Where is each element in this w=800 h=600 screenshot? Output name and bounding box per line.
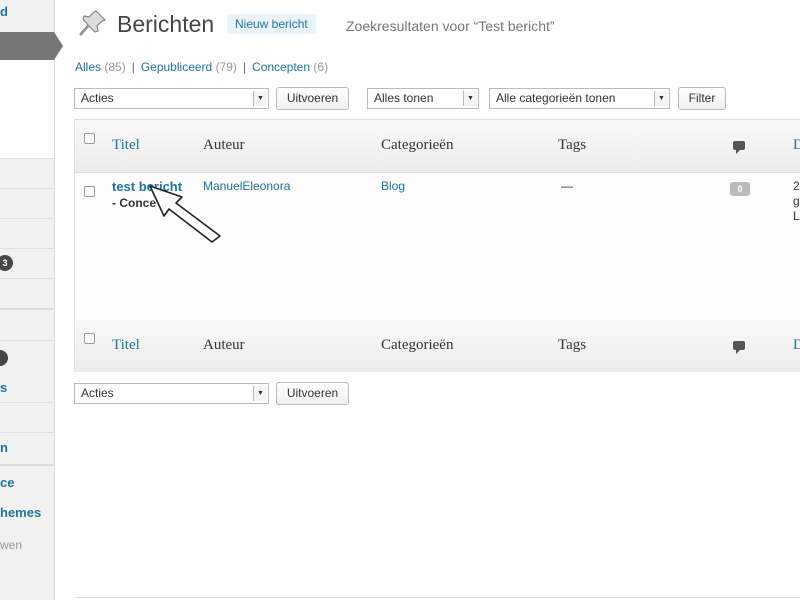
chevron-down-icon: ▼ [253, 91, 267, 106]
filter-button[interactable]: Filter [678, 87, 726, 110]
sidebar-item-label: s [0, 380, 8, 395]
sidebar-divider [0, 464, 54, 466]
view-all-count: (85) [104, 60, 126, 74]
mouse-pointer-icon [149, 185, 221, 243]
sidebar-divider [0, 340, 54, 341]
column-date-footer[interactable]: D [793, 337, 800, 354]
pushpin-icon [79, 10, 107, 36]
column-categories-footer: Categorieën [381, 337, 454, 353]
row-checkbox[interactable] [84, 186, 95, 197]
comment-count-badge[interactable]: 0 [730, 182, 750, 196]
add-new-post-button[interactable]: Nieuw bericht [227, 14, 316, 34]
sidebar-item-extra[interactable]: wen [0, 538, 54, 552]
sidebar-divider [0, 278, 54, 279]
sidebar-item-label: wen [0, 538, 23, 552]
sidebar-divider [0, 432, 54, 433]
sidebar-item-label: hemes [0, 505, 42, 520]
page-title: Berichten [117, 11, 215, 37]
sidebar-item-label: d [0, 4, 8, 19]
column-categories-header: Categorieën [381, 137, 454, 153]
column-tags-header: Tags [558, 137, 587, 153]
sidebar-divider [0, 402, 54, 403]
sidebar-item-plugin[interactable]: n [0, 440, 54, 455]
view-published-link[interactable]: Gepubliceerd [141, 60, 212, 74]
chevron-down-icon: ▼ [463, 91, 477, 106]
sidebar-count-badge [0, 350, 8, 366]
sidebar-item-label: n [0, 440, 8, 455]
admin-sidebar: d 3 s n ce hemes wen [0, 0, 55, 600]
date-filter-select[interactable]: Alles tonen ▼ [367, 88, 479, 109]
view-drafts-link[interactable]: Concepten [252, 60, 310, 74]
search-results-subtitle: Zoekresultaten voor “Test bericht” [346, 18, 555, 34]
view-all-link[interactable]: Alles [75, 60, 101, 74]
sidebar-divider [0, 248, 54, 249]
sidebar-item-comments[interactable]: s [0, 380, 54, 395]
main-content: Berichten Nieuw bericht Zoekresultaten v… [55, 0, 800, 600]
column-title-header[interactable]: Titel [112, 137, 140, 154]
sidebar-divider [0, 308, 54, 310]
posts-table: Titel Auteur Categorieën Tags D test ber… [74, 119, 800, 372]
sidebar-count-badge: 3 [0, 255, 13, 271]
select-all-checkbox[interactable] [84, 133, 95, 144]
category-filter-select[interactable]: Alle categorieën tonen ▼ [489, 88, 670, 109]
views-separator: | [131, 60, 135, 74]
post-date-line: g [793, 194, 800, 208]
apply-bulk-button[interactable]: Uitvoeren [276, 87, 349, 110]
comment-bubble-icon[interactable] [733, 341, 745, 354]
sidebar-divider [0, 158, 54, 159]
sidebar-divider [0, 188, 54, 189]
footer-divider [75, 597, 800, 598]
select-all-checkbox[interactable] [84, 333, 95, 344]
table-footer: Titel Auteur Categorieën Tags D [75, 320, 800, 372]
sidebar-item-label: ce [0, 475, 15, 490]
post-date: 2 g L [793, 179, 800, 224]
view-drafts-count: (6) [313, 60, 329, 74]
post-status-filter: Alles (85) | Gepubliceerd (79) | Concepten (… [75, 60, 328, 74]
post-date-line: L [793, 209, 800, 223]
sidebar-divider [0, 218, 54, 219]
post-tags-value: — [561, 179, 573, 193]
date-filter-value: Alles tonen [374, 91, 434, 105]
views-separator: | [242, 60, 247, 74]
column-date-header[interactable]: D [793, 137, 800, 154]
view-published-count: (79) [215, 60, 237, 74]
bulk-actions-select[interactable]: Acties ▼ [74, 88, 269, 109]
sidebar-item-themes[interactable]: hemes [0, 505, 54, 520]
column-author-footer: Auteur [203, 337, 245, 353]
post-category-link[interactable]: Blog [381, 179, 405, 193]
sidebar-submenu [0, 60, 54, 158]
sidebar-item-appearance[interactable]: ce [0, 475, 54, 490]
post-date-line: 2 [793, 179, 800, 193]
category-filter-value: Alle categorieën tonen [496, 91, 616, 105]
bulk-actions-select-bottom[interactable]: Acties ▼ [74, 383, 269, 404]
comment-bubble-icon[interactable] [733, 141, 745, 154]
sidebar-item-dashboard[interactable]: d [0, 4, 54, 19]
sidebar-item-posts-active[interactable] [0, 32, 54, 60]
column-title-footer[interactable]: Titel [112, 337, 140, 354]
apply-bulk-button-bottom[interactable]: Uitvoeren [276, 382, 349, 405]
chevron-down-icon: ▼ [253, 386, 267, 401]
bulk-actions-value: Acties [81, 386, 114, 400]
table-header: Titel Auteur Categorieën Tags D [75, 120, 800, 172]
bulk-actions-value: Acties [81, 91, 114, 105]
column-tags-footer: Tags [558, 337, 587, 353]
chevron-down-icon: ▼ [654, 91, 668, 106]
column-author-header: Auteur [203, 137, 245, 153]
